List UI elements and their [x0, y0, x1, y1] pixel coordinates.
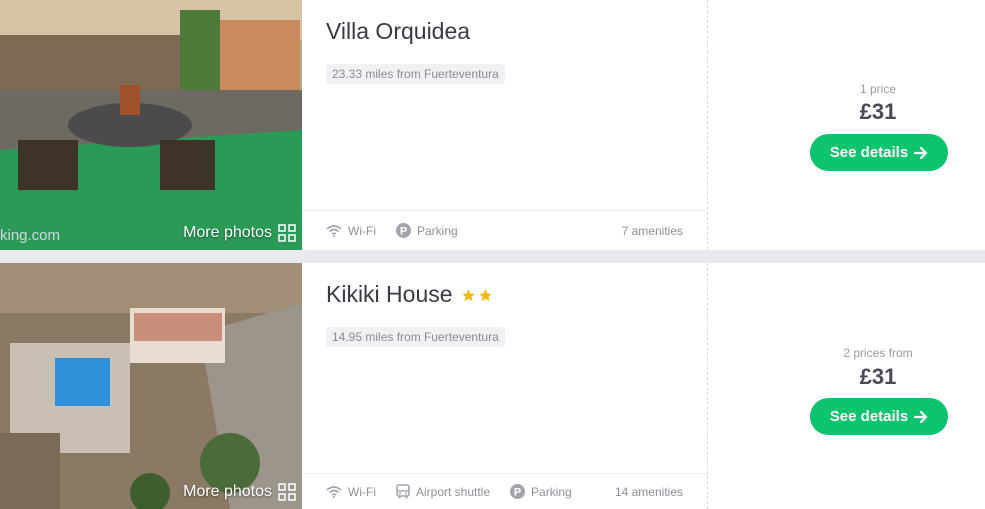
arrow-right-icon — [914, 146, 928, 159]
hotel-title[interactable]: Kikiki House — [326, 281, 493, 308]
more-photos-label: More photos — [183, 224, 272, 241]
more-photos-button[interactable]: More photos — [183, 224, 296, 242]
amenity-label: Parking — [531, 484, 572, 499]
aerial-photo — [0, 263, 302, 509]
amenity-shuttle: Airport shuttle — [396, 484, 490, 499]
hotel-name[interactable]: Kikiki House — [326, 281, 453, 308]
amenity-label: Airport shuttle — [415, 484, 491, 499]
amenity-wifi: Wi-Fi — [326, 485, 376, 499]
star-icon — [461, 289, 475, 302]
distance-badge: 23.33 miles from Fuerteventura — [326, 64, 505, 84]
hotel-photo[interactable]: More photos king.com — [0, 0, 302, 250]
star-rating — [461, 288, 493, 303]
svg-text:P: P — [400, 226, 407, 238]
grid-icon — [278, 483, 296, 501]
parking-icon: P — [395, 223, 411, 238]
amenity-wifi: Wi-Fi — [326, 224, 376, 238]
arrow-right-icon — [914, 410, 928, 423]
result-card[interactable]: More photos king.com Villa Orquidea 23.3… — [0, 0, 985, 250]
hotel-info: Kikiki House 14.95 miles from Fuertevent… — [302, 263, 708, 509]
wifi-icon — [326, 485, 342, 498]
more-photos-label: More photos — [183, 483, 272, 500]
price-panel: 2 prices from £31 See details — [708, 263, 985, 509]
result-card[interactable]: More photos Kikiki House 14.95 miles fro… — [0, 263, 985, 509]
wifi-icon — [326, 224, 342, 237]
hotel-title[interactable]: Villa Orquidea — [326, 18, 470, 45]
amenity-label: Parking — [416, 223, 458, 238]
price-panel: 1 price £31 See details — [708, 0, 985, 250]
amenity-label: Wi-Fi — [348, 484, 376, 499]
amenity-parking: P Parking — [510, 484, 572, 499]
amenity-label: Wi-Fi — [348, 223, 376, 238]
hotel-info: Villa Orquidea 23.33 miles from Fuerteve… — [302, 0, 708, 250]
parking-icon: P — [510, 484, 526, 499]
amenities-bar: Wi-Fi Airport shuttle P Parking 14 ameni… — [302, 473, 707, 509]
price-label: 2 prices from — [843, 346, 913, 360]
distance-badge: 14.95 miles from Fuerteventura — [326, 327, 505, 347]
amenity-parking: P Parking — [395, 223, 458, 238]
bus-icon — [396, 484, 410, 499]
more-photos-button[interactable]: More photos — [183, 483, 296, 501]
photo-watermark: king.com — [0, 227, 61, 244]
svg-text:P: P — [514, 487, 521, 499]
see-details-button[interactable]: See details — [810, 398, 948, 435]
star-icon — [478, 289, 492, 302]
hotel-name[interactable]: Villa Orquidea — [326, 18, 470, 45]
amenities-bar: Wi-Fi P Parking 7 amenities — [302, 210, 707, 250]
hotel-photo[interactable]: More photos — [0, 263, 302, 509]
price-amount: £31 — [859, 364, 897, 389]
price-label: 1 price — [859, 82, 897, 96]
amenity-count-link[interactable]: 7 amenities — [622, 224, 683, 238]
terrace-photo — [0, 0, 302, 250]
see-details-label: See details — [829, 144, 909, 161]
see-details-button[interactable]: See details — [810, 134, 948, 171]
amenity-count-link[interactable]: 14 amenities — [615, 485, 683, 499]
price-amount: £31 — [859, 99, 897, 124]
grid-icon — [278, 224, 296, 242]
see-details-label: See details — [829, 408, 909, 425]
